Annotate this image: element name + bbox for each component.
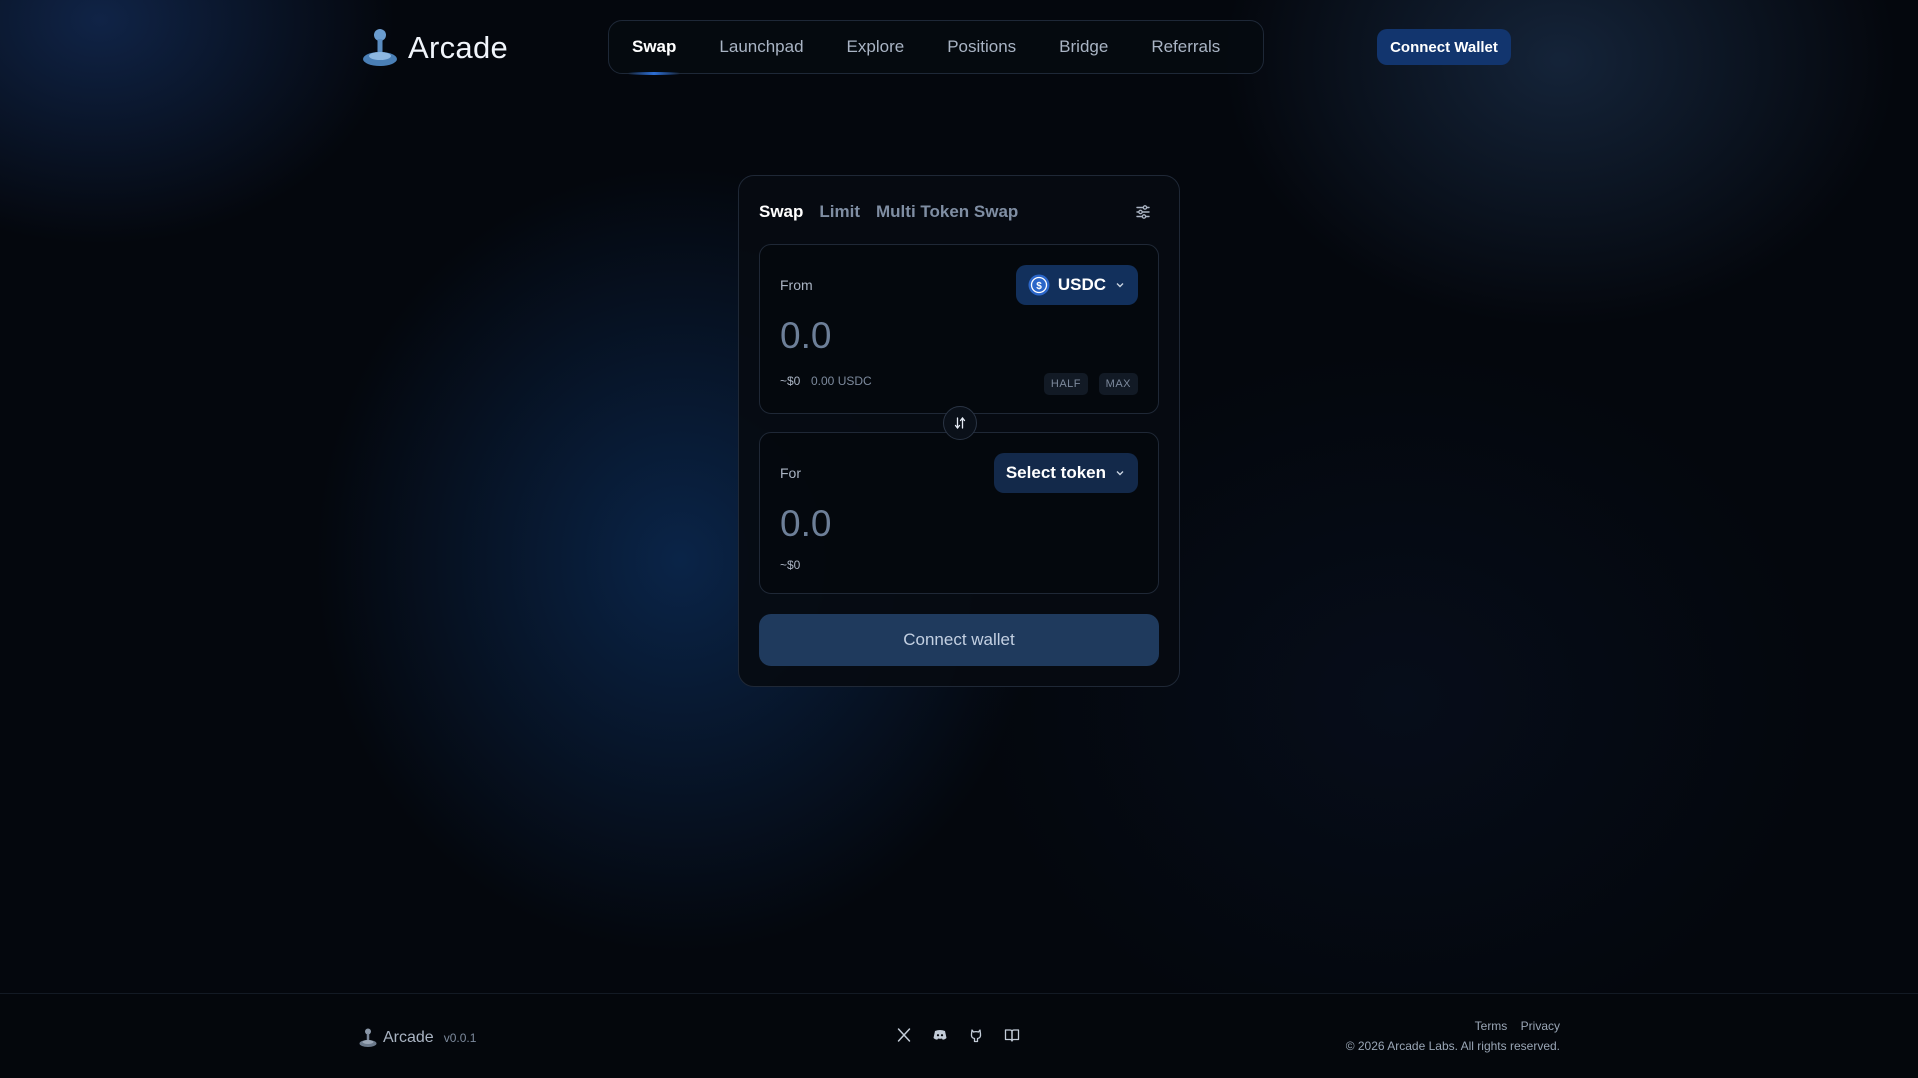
version-label: v0.0.1 [443,1031,477,1045]
for-panel: For Select token ~$0 [759,432,1159,594]
nav-positions[interactable]: Positions [947,20,1016,74]
connect-wallet-button[interactable]: Connect Wallet [1377,29,1511,65]
max-button[interactable]: MAX [1098,373,1138,395]
footer-brand[interactable]: Arcade v0.0.1 [357,1027,476,1049]
nav-swap[interactable]: Swap [627,20,681,75]
footer-brand-name: Arcade [383,1029,434,1046]
usdc-token-icon: $ [1028,274,1050,296]
for-usd-value: ~$0 [780,558,801,572]
half-button[interactable]: HALF [1043,373,1088,395]
svg-text:$: $ [1036,281,1042,292]
copyright: © 2026 Arcade Labs. All rights reserved. [1345,1039,1560,1053]
joystick-logo-icon [359,1028,377,1047]
tab-swap[interactable]: Swap [759,202,803,222]
select-token-button[interactable]: Select token [993,453,1138,493]
from-amount-input[interactable] [780,315,1020,357]
from-token-selector[interactable]: $ USDC [1015,265,1138,305]
terms-link[interactable]: Terms [1475,1019,1508,1033]
discord-icon[interactable] [932,1027,948,1043]
tab-multi-token-swap[interactable]: Multi Token Swap [876,202,1018,222]
from-balance: 0.00 USDC [811,374,872,388]
for-label: For [780,465,801,481]
x-icon[interactable] [896,1027,912,1043]
legal: Terms Privacy © 2026 Arcade Labs. All ri… [1346,1019,1560,1053]
select-token-label: Select token [1005,463,1106,482]
footer: Arcade v0.0.1 Terms Privacy © 2026 Arcad… [0,993,1918,1078]
privacy-link[interactable]: Privacy [1521,1019,1560,1033]
chevron-down-icon [1116,283,1124,288]
swap-arrows-icon [954,416,966,430]
swap-tabs: Swap Limit Multi Token Swap [759,202,1018,222]
social-links [896,1027,1020,1043]
from-usd-value: ~$0 [780,374,801,388]
from-token-symbol: USDC [1057,275,1106,294]
brand-name: Arcade [408,30,509,65]
from-label: From [780,277,813,293]
flip-direction-button[interactable] [943,406,977,440]
github-icon[interactable] [968,1027,984,1043]
swap-card: Swap Limit Multi Token Swap From $ USDC [738,175,1180,687]
main-nav: Swap Launchpad Explore Positions Bridge … [608,20,1264,75]
for-amount-input[interactable] [780,503,1020,545]
nav-launchpad[interactable]: Launchpad [719,20,803,74]
legal-links: Terms Privacy [1346,1019,1560,1033]
tab-limit[interactable]: Limit [819,202,860,222]
chevron-down-icon [1116,471,1124,476]
from-panel: From $ USDC ~$0 0.00 USDC HALF MAX [759,244,1159,414]
brand-logo-link[interactable]: Arcade [358,26,508,70]
nav-explore[interactable]: Explore [847,20,905,74]
nav-referrals[interactable]: Referrals [1151,20,1220,74]
header: Arcade Swap Launchpad Explore Positions … [0,0,1918,96]
joystick-logo-icon [363,29,397,66]
docs-book-icon[interactable] [1004,1027,1020,1043]
connect-wallet-swap-button[interactable]: Connect wallet [759,614,1159,666]
settings-sliders-icon[interactable] [1135,204,1151,220]
nav-bridge[interactable]: Bridge [1059,20,1108,74]
